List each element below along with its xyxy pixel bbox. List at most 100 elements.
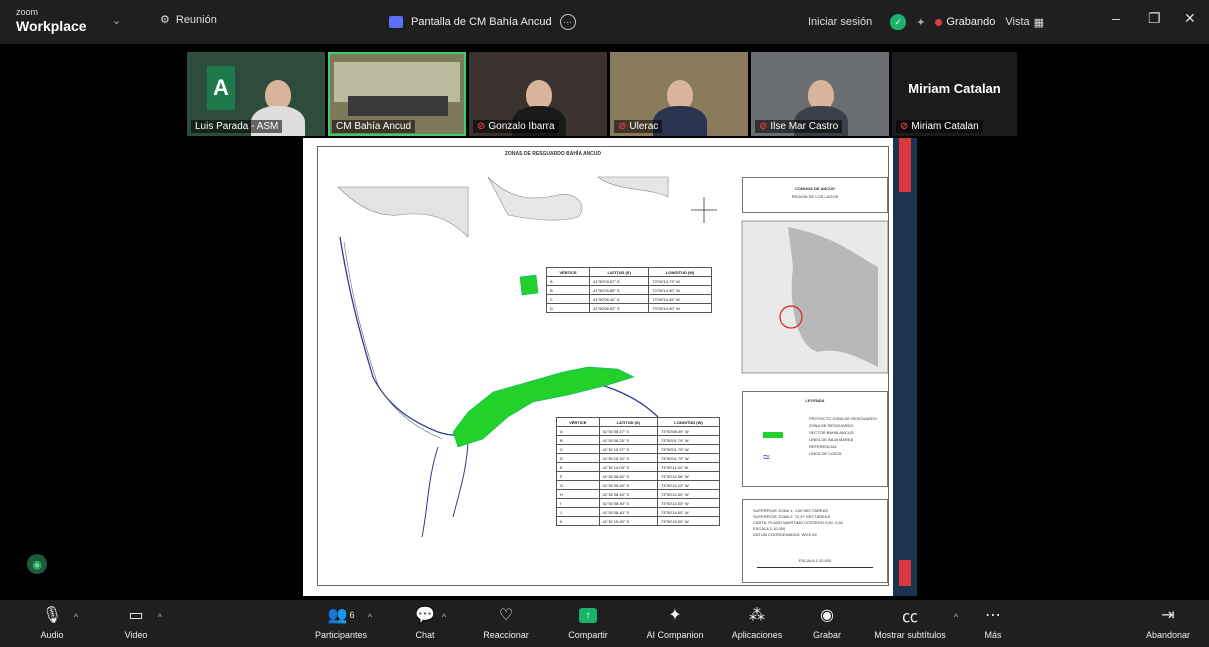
table-header: LONGITUD (W): [648, 267, 712, 277]
org-logo: A: [207, 66, 235, 110]
table-header: LONGITUD (W): [657, 417, 720, 427]
participant-name: ⊘ Gonzalo Ibarra: [473, 120, 559, 133]
meeting-icon: ⚙: [160, 14, 170, 26]
mic-off-icon: ⊘: [900, 121, 909, 132]
more-label: Más: [984, 630, 1002, 640]
notes-box: SUPERFICIE ZONA 1: 4,00 HECTÁREAS SUPERF…: [742, 499, 888, 583]
participant-name: ⊘ Ulerac: [614, 120, 663, 133]
share-button[interactable]: ↑ Compartir: [548, 604, 628, 640]
leave-label: Abandonar: [1145, 630, 1191, 640]
table-header: LATITUD (S): [589, 267, 650, 277]
participants-button[interactable]: 👥 6 Participantes ^: [296, 604, 386, 640]
video-button[interactable]: ▭ Video ^: [96, 604, 176, 640]
participants-label: Participantes: [314, 630, 368, 640]
header-right: Iniciar sesión ✓ ✦ Grabando Vista ▦: [800, 8, 1044, 36]
maximize-icon[interactable]: ❐: [1148, 10, 1161, 27]
room-people: [348, 96, 448, 116]
react-button[interactable]: ♡ Reaccionar: [466, 604, 546, 640]
chevron-up-icon[interactable]: ^: [74, 612, 78, 622]
chevron-up-icon[interactable]: ^: [442, 612, 446, 622]
more-options-icon[interactable]: ···: [559, 14, 576, 30]
grid-icon: ▦: [1033, 16, 1045, 29]
view-button[interactable]: Vista ▦: [1005, 16, 1044, 29]
microphone-icon: 🎙: [41, 607, 63, 624]
react-label: Reaccionar: [483, 630, 529, 640]
participant-tile-active[interactable]: CM Bahía Ancud: [328, 52, 466, 136]
minimize-icon[interactable]: –: [1112, 10, 1120, 26]
more-button[interactable]: ⋯ Más: [958, 604, 1028, 640]
signin-button[interactable]: Iniciar sesión: [800, 12, 880, 32]
participant-tile[interactable]: ⊘ Ulerac: [610, 52, 748, 136]
participant-name: ⊘ Ilse Mar Castro: [755, 120, 843, 133]
record-icon: ◉: [820, 607, 834, 624]
table-row: F 41°51'08.60" S 73°50'14.08" W: [556, 471, 720, 481]
table-row: E 41°51'14.09" S 73°50'11.04" W: [556, 462, 720, 472]
ai-companion-button[interactable]: ✦ AI Companion: [630, 604, 720, 640]
region-title-box: COMUNA DE ANCUD REGIÓN DE LOS LAGOS: [742, 177, 888, 213]
legend-item: SECTOR BAHÍA ANCUD: [809, 430, 854, 435]
table-row: I 41°51'08.40" S 73°50'14.00" W: [556, 498, 720, 508]
note-line: DATUM COORDENADAS: WGS 84: [753, 532, 817, 537]
chevron-down-icon[interactable]: ⌄: [112, 14, 121, 27]
leave-button[interactable]: ⇥ Abandonar: [1130, 604, 1206, 640]
meeting-info-button[interactable]: ⚙ Reunión: [160, 13, 217, 27]
participant-name: Luis Parada - ASM: [191, 120, 283, 133]
video-label: Video: [124, 630, 148, 640]
chat-icon: 💬: [415, 607, 435, 624]
share-label: Compartir: [568, 630, 608, 640]
scale-label: ESCALA 1:10.000: [798, 558, 832, 563]
participant-name: CM Bahía Ancud: [332, 120, 416, 133]
record-button[interactable]: ◉ Grabar: [792, 604, 862, 640]
share-screen-icon: ↑: [579, 607, 597, 623]
shared-screen[interactable]: ZONAS DE RESGUARDO BAHÍA ANCUD VÉRTICE L…: [303, 138, 917, 596]
video-gallery: A Luis Parada - ASM CM Bahía Ancud ⊘ Gonz…: [187, 52, 1017, 136]
participant-tile-no-video[interactable]: Miriam Catalan ⊘ Miriam Catalan: [892, 52, 1017, 136]
participant-tile[interactable]: A Luis Parada - ASM: [187, 52, 325, 136]
screen-share-icon: [389, 16, 403, 28]
cc-icon: ㏄: [901, 609, 918, 626]
chevron-up-icon[interactable]: ^: [158, 612, 162, 622]
recording-label: Grabando: [946, 16, 996, 28]
ai-sparkle-icon[interactable]: ✦: [916, 16, 925, 29]
chat-button[interactable]: 💬 Chat ^: [390, 604, 460, 640]
participant-tile[interactable]: ⊘ Ilse Mar Castro: [751, 52, 889, 136]
chat-label: Chat: [415, 630, 435, 640]
landmass-north-west: [337, 186, 469, 238]
landmass-north-east: [597, 176, 669, 198]
legend-title: LEYENDA: [805, 398, 825, 403]
audio-button[interactable]: 🎙 Audio ^: [12, 604, 92, 640]
brand-big: Workplace: [16, 18, 87, 34]
participant-tile[interactable]: ⊘ Gonzalo Ibarra: [469, 52, 607, 136]
table-row: J 41°51'08.40" S 73°50'14.00" W: [556, 507, 720, 517]
legend-item: LÍNEA DE COSTA: [809, 451, 842, 456]
table-row: C 41°51'15.37" S 73°50'01.79" W: [556, 444, 720, 454]
participants-count: 6: [349, 610, 355, 620]
river: [421, 446, 439, 538]
low-tide-line: [343, 241, 443, 440]
close-icon[interactable]: ✕: [1184, 10, 1196, 27]
table-row: D 41°50'05.92" S 73°50'14.90" W: [545, 303, 712, 313]
zone-1-polygon: [519, 274, 539, 296]
sharing-indicator[interactable]: Pantalla de CM Bahía Ancud ···: [381, 10, 584, 34]
apps-icon: ⁂: [749, 607, 765, 624]
apps-button[interactable]: ⁂ Aplicaciones: [712, 604, 802, 640]
camera-icon: ▭: [128, 607, 144, 624]
chat-bubble-icon[interactable]: ◉: [27, 554, 47, 574]
chevron-up-icon[interactable]: ^: [368, 612, 372, 622]
table-row: K 41°51'15.90" S 73°50'15.00" W: [556, 516, 720, 526]
audio-label: Audio: [40, 630, 64, 640]
recording-indicator[interactable]: Grabando: [935, 16, 995, 28]
share-label: Pantalla de CM Bahía Ancud: [411, 16, 552, 28]
shield-icon[interactable]: ✓: [890, 14, 907, 30]
legend-wave-icon: ≈: [763, 450, 770, 464]
table-row: C 41°50'05.42" S 73°50'14.45" W: [545, 294, 712, 304]
ai-label: AI Companion: [646, 630, 704, 640]
participant-avatar-name: Miriam Catalan: [908, 80, 1001, 96]
vertices-table-zone-2: VÉRTICE LATITUD (S) LONGITUD (W) A 41°51'…: [556, 417, 720, 526]
slide-accent: [893, 138, 917, 596]
mic-off-icon: ⊘: [618, 121, 627, 132]
table-row: D 41°51'15.32" S 73°50'01.79" W: [556, 453, 720, 463]
captions-button[interactable]: ㏄ Mostrar subtítulos ^: [860, 604, 960, 640]
vertices-table-zone-1: VÉRTICE LATITUD (S) LONGITUD (W) A 41°50'…: [545, 267, 712, 313]
legend-item: ZONA DE RESGUARDO: [809, 423, 854, 428]
